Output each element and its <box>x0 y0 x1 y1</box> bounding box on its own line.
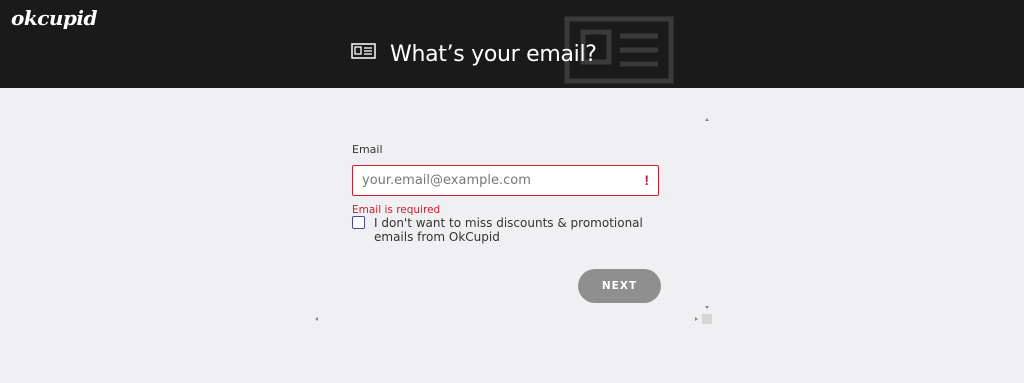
page-title: What’s your email? <box>390 42 597 67</box>
scrollbar-corner <box>702 314 712 324</box>
header: okcupid What’s your email? <box>0 0 1024 88</box>
promo-optout-checkbox[interactable] <box>352 216 365 229</box>
next-button[interactable]: NEXT <box>578 269 661 303</box>
email-label: Email <box>352 143 383 156</box>
promo-optout-label[interactable]: I don't want to miss discounts & promoti… <box>374 216 654 244</box>
scroll-right-arrow-icon[interactable] <box>695 317 698 321</box>
id-card-icon <box>351 43 376 59</box>
scroll-down-arrow-icon[interactable] <box>705 306 709 309</box>
email-field[interactable] <box>353 166 632 195</box>
email-field-wrapper: ! <box>352 165 659 196</box>
okcupid-logo[interactable]: okcupid <box>11 6 97 30</box>
scroll-left-arrow-icon[interactable] <box>315 317 318 321</box>
alert-icon: ! <box>644 172 649 188</box>
email-error-message: Email is required <box>352 204 441 216</box>
scroll-up-arrow-icon[interactable] <box>705 118 709 121</box>
